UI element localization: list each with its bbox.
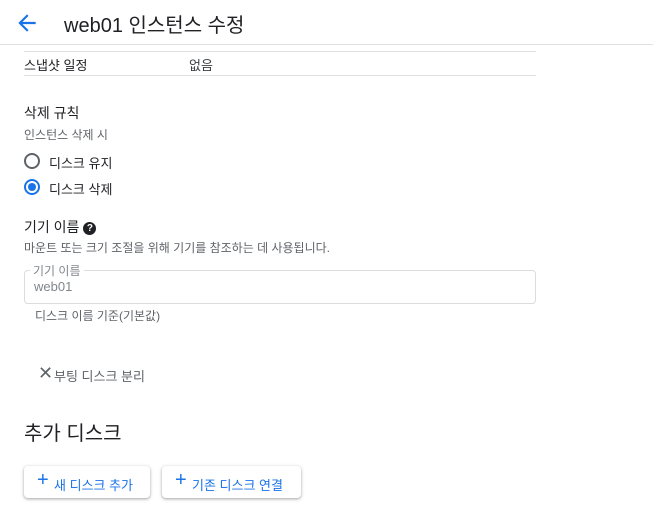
attach-existing-disk-label: 기존 디스크 연결 [192, 478, 283, 493]
snapshot-schedule-row: 스냅샷 일정 없음 [24, 52, 536, 76]
radio-keep-disk-label: 디스크 유지 [49, 156, 113, 171]
delete-rule-title: 삭제 규칙 [24, 105, 80, 121]
snapshot-schedule-value: 없음 [189, 58, 213, 73]
add-new-disk-label: 새 디스크 추가 [54, 478, 133, 493]
additional-disks-title: 추가 디스크 [24, 423, 122, 445]
radio-delete-disk-label: 디스크 삭제 [49, 182, 113, 197]
plus-icon: + [37, 469, 49, 491]
plus-icon: + [175, 469, 187, 491]
detach-boot-disk-label: 부팅 디스크 분리 [54, 369, 145, 384]
device-name-title-row: 기기 이름? [24, 217, 97, 237]
device-name-hint: 디스크 이름 기준(기본값) [35, 309, 161, 323]
device-name-field-label: 기기 이름 [30, 262, 84, 279]
device-name-input[interactable]: web01 [24, 270, 536, 304]
snapshot-schedule-label: 스냅샷 일정 [24, 58, 88, 73]
device-name-description: 마운트 또는 크기 조절을 위해 기기를 참조하는 데 사용됩니다. [24, 241, 331, 255]
page-header: web01 인스턴스 수정 [0, 0, 653, 45]
device-name-title: 기기 이름 [24, 219, 80, 235]
add-new-disk-button[interactable]: + 새 디스크 추가 [24, 466, 150, 498]
radio-circle[interactable] [24, 153, 40, 169]
radio-circle-selected[interactable] [24, 179, 40, 195]
page-title: web01 인스턴스 수정 [64, 15, 245, 37]
delete-rule-subtitle: 인스턴스 삭제 시 [24, 128, 108, 142]
attach-existing-disk-button[interactable]: + 기존 디스크 연결 [162, 466, 301, 498]
back-arrow-icon[interactable] [14, 10, 40, 36]
help-icon[interactable]: ? [83, 222, 97, 235]
device-name-value: web01 [34, 279, 73, 294]
close-icon: ✕ [38, 363, 54, 383]
